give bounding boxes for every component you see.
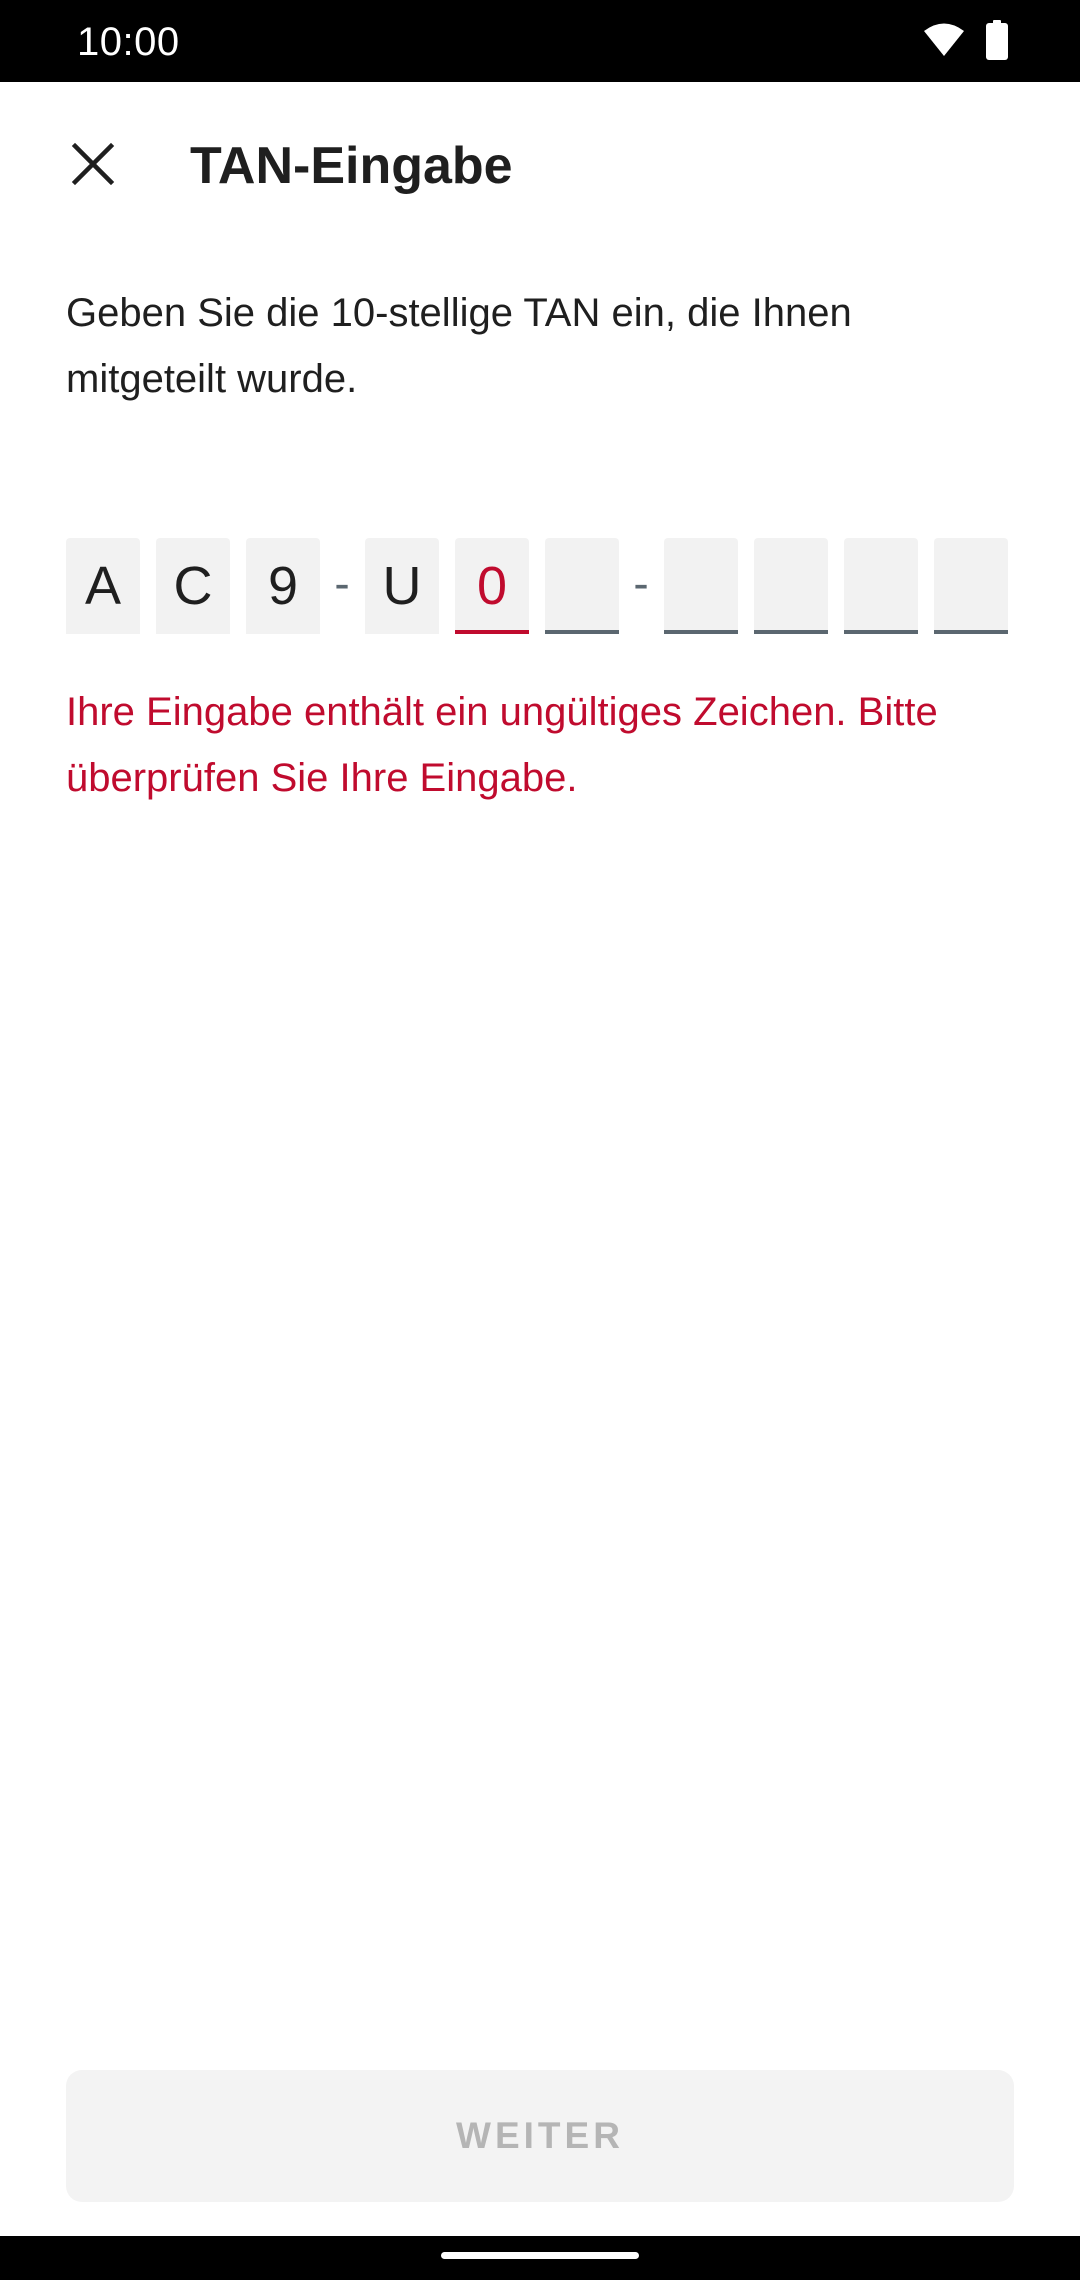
- home-handle[interactable]: [441, 2252, 639, 2259]
- navigation-bar: [0, 2236, 1080, 2280]
- tan-cell-2[interactable]: C: [156, 538, 230, 634]
- close-icon: [71, 142, 115, 191]
- battery-icon: [986, 20, 1008, 65]
- error-message: Ihre Eingabe enthält ein ungültiges Zeic…: [66, 690, 938, 800]
- tan-cell-4[interactable]: U: [365, 538, 439, 634]
- status-bar: 10:00: [0, 0, 1080, 82]
- tan-cell-5[interactable]: 0: [455, 538, 529, 634]
- tan-separator: -: [633, 557, 649, 609]
- tan-separator: -: [334, 557, 350, 609]
- tan-cell-7[interactable]: [664, 538, 738, 634]
- tan-cell-3[interactable]: 9: [246, 538, 320, 634]
- page-title: TAN-Eingabe: [190, 137, 513, 195]
- wifi-icon: [922, 22, 966, 63]
- tan-cell-10[interactable]: [934, 538, 1008, 634]
- tan-cell-1[interactable]: A: [66, 538, 140, 634]
- close-button[interactable]: [53, 126, 133, 206]
- tan-cell-6[interactable]: [545, 538, 619, 634]
- continue-button[interactable]: WEITER: [66, 2070, 1014, 2202]
- tan-cell-8[interactable]: [754, 538, 828, 634]
- tan-input: A C 9 - U 0 -: [0, 538, 1080, 638]
- app-bar: TAN-Eingabe: [0, 82, 1080, 242]
- instructions-text: Geben Sie die 10-stellige TAN ein, die I…: [66, 291, 852, 401]
- tan-cell-9[interactable]: [844, 538, 918, 634]
- status-time: 10:00: [77, 20, 180, 64]
- status-icons: [922, 20, 1008, 65]
